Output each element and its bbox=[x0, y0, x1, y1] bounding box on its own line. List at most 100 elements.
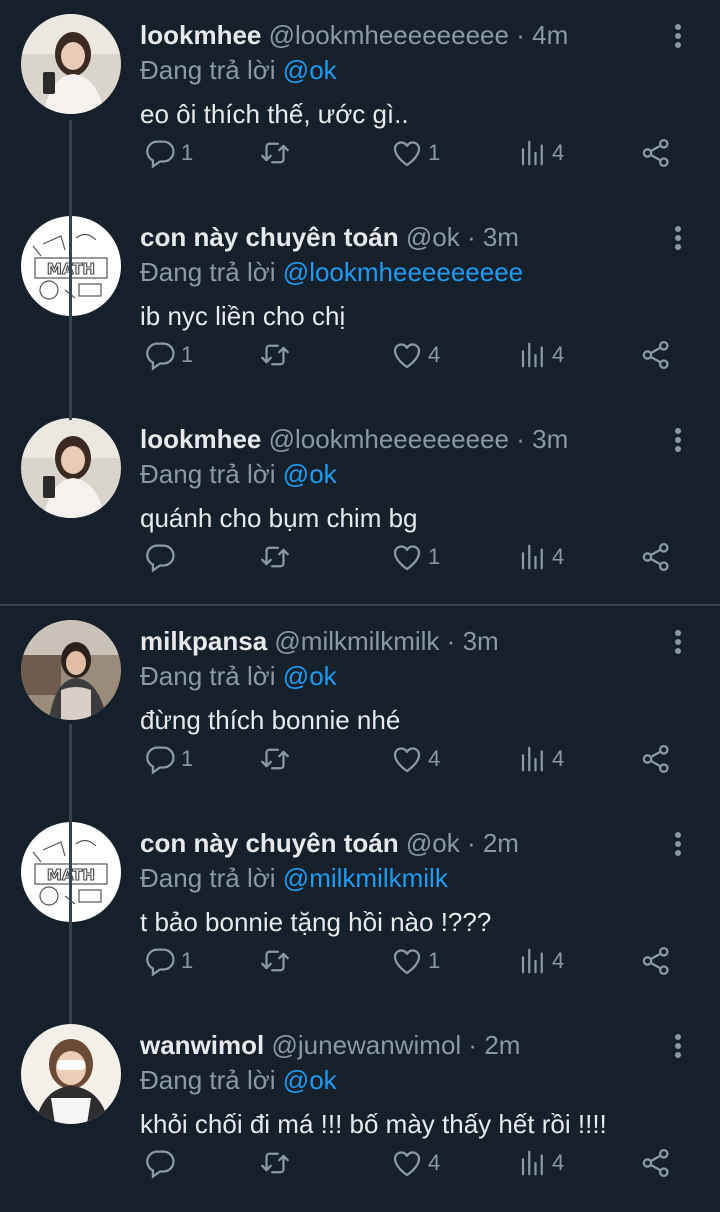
views-button[interactable]: 4 bbox=[518, 1146, 564, 1180]
mention-link[interactable]: @milkmilkmilk bbox=[283, 863, 448, 893]
user-handle[interactable]: @lookmheeeeeeeee bbox=[269, 424, 509, 454]
tweet[interactable]: lookmhee @lookmheeeeeeeee · 4m Đang trả … bbox=[0, 0, 720, 202]
reply-count: 1 bbox=[181, 140, 194, 165]
timestamp[interactable]: 4m bbox=[532, 20, 568, 50]
share-icon bbox=[642, 138, 669, 168]
like-button[interactable]: 4 bbox=[390, 1146, 440, 1180]
avatar[interactable] bbox=[21, 14, 121, 114]
tweet[interactable]: lookmhee @lookmheeeeeeeee · 3m Đang trả … bbox=[0, 404, 720, 606]
timestamp[interactable]: 2m bbox=[483, 828, 519, 858]
action-bar: 1 1 4 bbox=[0, 940, 720, 980]
tweet[interactable]: MATH con này chuyên toán @ok · 2m Đang t… bbox=[0, 808, 720, 1010]
view-count: 4 bbox=[552, 948, 565, 973]
more-icon[interactable] bbox=[664, 628, 692, 658]
mention-link[interactable]: @ok bbox=[283, 1065, 337, 1095]
reply-button[interactable]: 1 bbox=[143, 742, 193, 776]
separator-dot: · bbox=[466, 828, 476, 858]
like-button[interactable]: 4 bbox=[390, 338, 440, 372]
display-name[interactable]: milkpansa bbox=[140, 626, 267, 656]
reply-button[interactable]: 1 bbox=[143, 136, 193, 170]
views-button[interactable]: 4 bbox=[518, 944, 564, 978]
retweet-icon bbox=[261, 748, 289, 770]
views-button[interactable]: 4 bbox=[518, 136, 564, 170]
share-icon bbox=[642, 340, 669, 370]
view-count: 4 bbox=[552, 544, 565, 569]
like-count: 1 bbox=[428, 140, 441, 165]
avatar[interactable] bbox=[21, 1024, 121, 1124]
share-button[interactable] bbox=[639, 944, 673, 978]
tweet-header: con này chuyên toán @ok · 3m bbox=[140, 220, 519, 254]
more-icon[interactable] bbox=[664, 426, 692, 456]
timestamp[interactable]: 3m bbox=[463, 626, 499, 656]
user-handle[interactable]: @lookmheeeeeeeee bbox=[269, 20, 509, 50]
like-button[interactable]: 4 bbox=[390, 742, 440, 776]
more-icon[interactable] bbox=[664, 22, 692, 52]
display-name[interactable]: lookmhee bbox=[140, 20, 261, 50]
views-button[interactable]: 4 bbox=[518, 338, 564, 372]
reply-icon bbox=[146, 948, 175, 977]
share-button[interactable] bbox=[639, 540, 673, 574]
replying-to: Đang trả lời @ok bbox=[140, 457, 337, 491]
share-button[interactable] bbox=[639, 338, 673, 372]
retweet-button[interactable] bbox=[258, 540, 296, 574]
retweet-button[interactable] bbox=[258, 944, 296, 978]
timestamp[interactable]: 3m bbox=[483, 222, 519, 252]
more-icon[interactable] bbox=[664, 224, 692, 254]
tweet[interactable]: milkpansa @milkmilkmilk · 3m Đang trả lờ… bbox=[0, 606, 720, 808]
views-button[interactable]: 4 bbox=[518, 540, 564, 574]
display-name[interactable]: con này chuyên toán bbox=[140, 828, 399, 858]
display-name[interactable]: wanwimol bbox=[140, 1030, 264, 1060]
separator-dot: · bbox=[516, 424, 525, 454]
tweet-header: milkpansa @milkmilkmilk · 3m bbox=[140, 624, 499, 658]
user-handle[interactable]: @junewanwimol bbox=[271, 1030, 461, 1060]
avatar[interactable] bbox=[21, 418, 121, 518]
display-name[interactable]: lookmhee bbox=[140, 424, 261, 454]
mention-link[interactable]: @ok bbox=[283, 55, 337, 85]
heart-icon bbox=[393, 343, 421, 369]
reply-button[interactable] bbox=[143, 540, 181, 574]
tweet[interactable]: MATH con này chuyên toán @ok · 3m Đang t… bbox=[0, 202, 720, 404]
tweet-header: lookmhee @lookmheeeeeeeee · 3m bbox=[140, 422, 568, 456]
retweet-button[interactable] bbox=[258, 742, 296, 776]
action-bar: 1 4 bbox=[0, 536, 720, 576]
retweet-button[interactable] bbox=[258, 1146, 296, 1180]
display-name[interactable]: con này chuyên toán bbox=[140, 222, 399, 252]
user-handle[interactable]: @milkmilkmilk bbox=[274, 626, 439, 656]
tweet-text: đừng thích bonnie nhé bbox=[140, 705, 401, 735]
share-button[interactable] bbox=[639, 136, 673, 170]
views-button[interactable]: 4 bbox=[518, 742, 564, 776]
retweet-button[interactable] bbox=[258, 338, 296, 372]
reply-button[interactable]: 1 bbox=[143, 338, 193, 372]
reply-count: 1 bbox=[181, 342, 194, 367]
mention-link[interactable]: @ok bbox=[283, 459, 337, 489]
retweet-button[interactable] bbox=[258, 136, 296, 170]
timestamp[interactable]: 3m bbox=[532, 424, 568, 454]
tweet[interactable]: wanwimol @junewanwimol · 2m Đang trả lời… bbox=[0, 1010, 720, 1212]
reply-button[interactable] bbox=[143, 1146, 181, 1180]
like-button[interactable]: 1 bbox=[390, 136, 440, 170]
mention-link[interactable]: @lookmheeeeeeeee bbox=[283, 257, 523, 287]
like-button[interactable]: 1 bbox=[390, 540, 440, 574]
reply-icon bbox=[146, 544, 175, 573]
tweet-header: con này chuyên toán @ok · 2m bbox=[140, 826, 519, 860]
share-icon bbox=[642, 542, 669, 572]
user-handle[interactable]: @ok bbox=[406, 222, 460, 252]
like-button[interactable]: 1 bbox=[390, 944, 440, 978]
more-icon[interactable] bbox=[664, 1032, 692, 1062]
reply-icon bbox=[146, 342, 175, 371]
replying-to: Đang trả lời @milkmilkmilk bbox=[140, 861, 448, 895]
share-button[interactable] bbox=[639, 1146, 673, 1180]
like-count: 4 bbox=[428, 746, 441, 771]
view-count: 4 bbox=[552, 140, 565, 165]
reply-icon bbox=[146, 746, 175, 775]
replying-prefix: Đang trả lời bbox=[140, 459, 276, 489]
tweet-text: eo ôi thích thế, ước gì.. bbox=[140, 99, 409, 129]
mention-link[interactable]: @ok bbox=[283, 661, 337, 691]
heart-icon bbox=[393, 747, 421, 773]
more-icon[interactable] bbox=[664, 830, 692, 860]
user-handle[interactable]: @ok bbox=[406, 828, 460, 858]
avatar[interactable] bbox=[21, 620, 121, 720]
reply-button[interactable]: 1 bbox=[143, 944, 193, 978]
share-button[interactable] bbox=[639, 742, 673, 776]
timestamp[interactable]: 2m bbox=[484, 1030, 520, 1060]
